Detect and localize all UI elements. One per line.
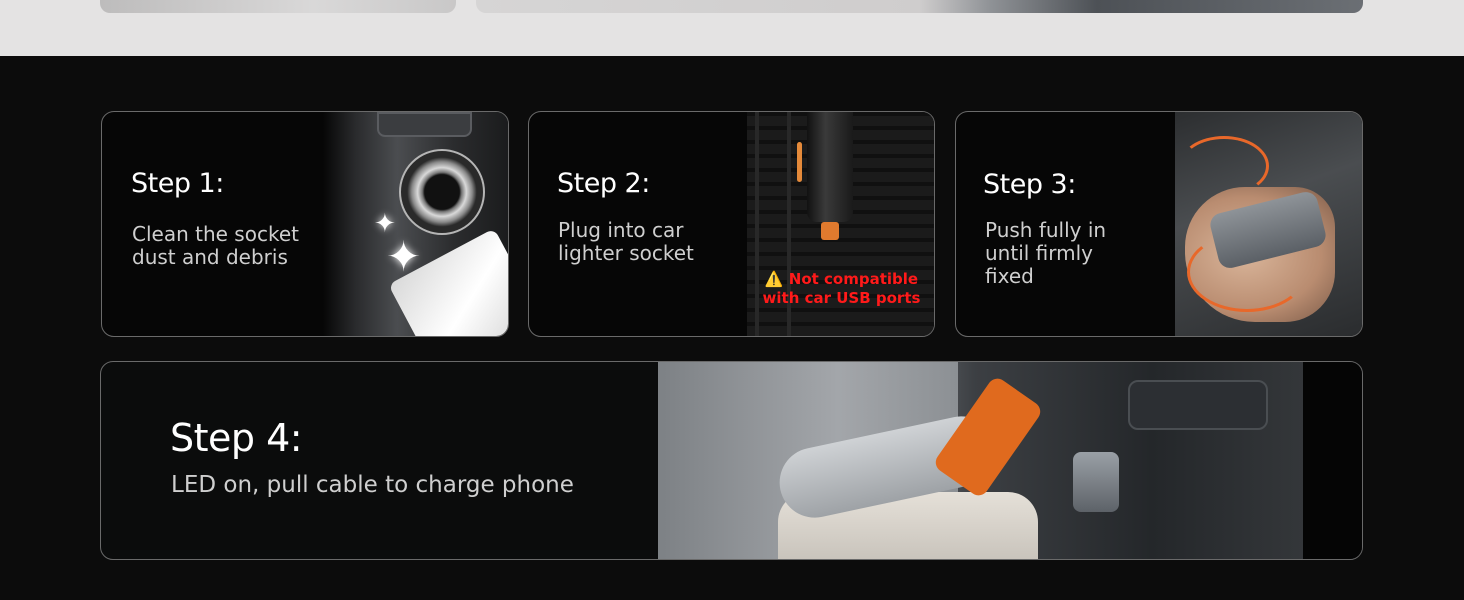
step-1-title: Step 1: [131, 168, 224, 199]
step-3-line-2: until firmly [985, 241, 1094, 265]
step-1-photo-cleaning-socket: ✦ ✦ [322, 112, 508, 336]
warning-line-2: with car USB ports [762, 289, 921, 307]
step-4-card: Step 4: LED on, pull cable to charge pho… [100, 361, 1363, 560]
previous-section-image-left [100, 0, 456, 13]
previous-section-image-right [476, 0, 1363, 13]
step-3-line-1: Push fully in [985, 218, 1107, 242]
charger-plug-tip [821, 222, 839, 240]
console-panel [377, 112, 472, 137]
step-2-title: Step 2: [557, 168, 650, 199]
step-4-photo-charging-phone [658, 362, 1362, 559]
step-2-line-2: lighter socket [558, 241, 694, 265]
step-3-description: Push fully in until firmly fixed [985, 219, 1106, 288]
step-2-card: Step 2: Plug into car lighter socket ⚠️ … [528, 111, 935, 337]
rotate-arrow-icon [1187, 232, 1307, 312]
step-1-line-2: dust and debris [132, 245, 288, 269]
rotate-arrow-icon [1179, 136, 1269, 196]
step-3-photo-push-in [1175, 112, 1362, 336]
top-banner-strip [0, 0, 1464, 56]
step-3-card: Step 3: Push fully in until firmly fixed [955, 111, 1363, 337]
step-4-title: Step 4: [170, 416, 303, 460]
step-4-description: LED on, pull cable to charge phone [171, 472, 574, 498]
photo-edge-shadow [1303, 362, 1362, 559]
orange-glow [797, 142, 802, 182]
sparkle-icon: ✦ [386, 233, 422, 280]
compatibility-warning: ⚠️ Not compatible with car USB ports [747, 270, 934, 308]
step-2-photo-plug-in: ⚠️ Not compatible with car USB ports [747, 112, 934, 336]
step-1-description: Clean the socket dust and debris [132, 223, 299, 269]
charger-plug [807, 112, 853, 222]
car-charger-device [1073, 452, 1119, 512]
warning-line-1: ⚠️ Not compatible [764, 270, 919, 288]
dashboard-vents [1128, 380, 1268, 430]
lighter-socket [399, 149, 485, 235]
step-1-line-1: Clean the socket [132, 222, 299, 246]
step-1-card: Step 1: Clean the socket dust and debris… [101, 111, 509, 337]
step-2-description: Plug into car lighter socket [558, 219, 694, 265]
step-3-line-3: fixed [985, 264, 1034, 288]
step-2-line-1: Plug into car [558, 218, 684, 242]
step-3-title: Step 3: [983, 169, 1076, 200]
